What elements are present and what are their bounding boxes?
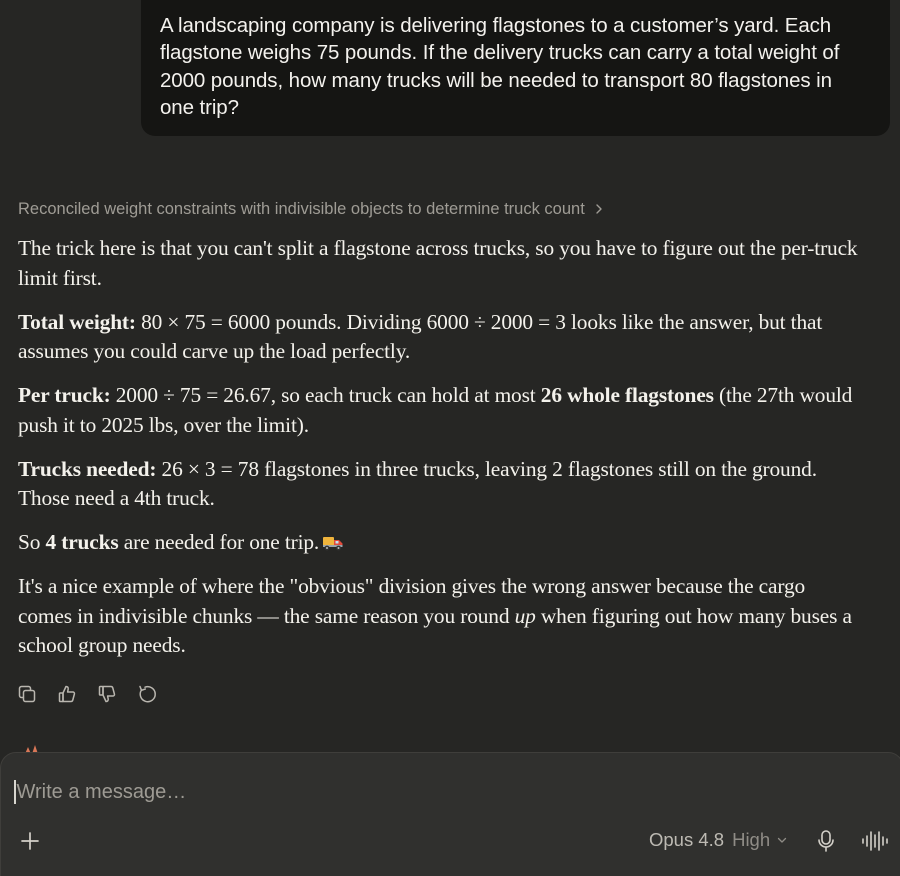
thumbs-up-icon [58, 685, 76, 703]
response-paragraph: Per truck: 2000 ÷ 75 = 26.67, so each tr… [18, 381, 858, 440]
response-paragraph: Trucks needed: 26 × 3 = 78 flagstones in… [18, 455, 858, 514]
response-paragraph: It's a nice example of where the "obviou… [18, 572, 858, 661]
response-text: So [18, 530, 46, 554]
message-input[interactable]: Write a message… [14, 779, 186, 805]
user-message-bubble: A landscaping company is delivering flag… [141, 0, 890, 136]
message-actions [16, 683, 158, 705]
per-truck-label: Per truck: [18, 383, 111, 407]
thumbs-down-icon [98, 685, 116, 703]
copy-button[interactable] [16, 683, 38, 705]
message-input-placeholder: Write a message… [16, 781, 187, 803]
response-text: The trick here is that you can't split a… [18, 236, 858, 290]
microphone-icon[interactable] [816, 829, 836, 853]
chevron-down-icon [777, 837, 787, 843]
effort-level: High [732, 829, 771, 850]
model-selector[interactable]: Opus 4.8 High [649, 829, 788, 851]
response-text: 80 × 75 = 6000 pounds. Dividing 6000 ÷ 2… [18, 309, 823, 364]
voice-mode-icon[interactable] [861, 830, 889, 852]
message-composer: Write a message… Opus 4.8 High [0, 752, 900, 876]
response-paragraph: The trick here is that you can't split a… [18, 234, 858, 293]
text-caret [14, 780, 16, 804]
response-bold-text: 4 trucks [45, 530, 119, 554]
response-paragraph: Total weight: 80 × 75 = 6000 pounds. Div… [18, 308, 858, 367]
response-text: are needed for one trip. [118, 530, 320, 554]
chevron-right-icon [596, 204, 602, 214]
retry-icon [139, 685, 156, 703]
copy-icon [18, 685, 36, 703]
assistant-response: The trick here is that you can't split a… [18, 234, 858, 675]
model-name: Opus 4.8 [649, 829, 725, 850]
user-message-text: A landscaping company is delivering flag… [160, 14, 840, 119]
response-text: 2000 ÷ 75 = 26.67, so each truck can hol… [110, 383, 541, 407]
response-paragraph: So 4 trucks are needed for one trip. [18, 528, 858, 558]
thumbs-up-button[interactable] [56, 683, 78, 705]
retry-button[interactable] [136, 683, 158, 705]
total-weight-label: Total weight: [18, 309, 136, 334]
thinking-summary-text: Reconciled weight constraints with indiv… [18, 200, 585, 218]
trucks-needed-label: Trucks needed: [18, 456, 157, 481]
response-italic-text: up [514, 603, 536, 628]
delivery-truck-icon [323, 537, 343, 551]
thumbs-down-button[interactable] [96, 683, 118, 705]
response-bold-text: 26 whole flagstones [540, 383, 714, 407]
thinking-summary-toggle[interactable]: Reconciled weight constraints with indiv… [18, 198, 605, 220]
add-attachment-button[interactable] [19, 830, 41, 852]
